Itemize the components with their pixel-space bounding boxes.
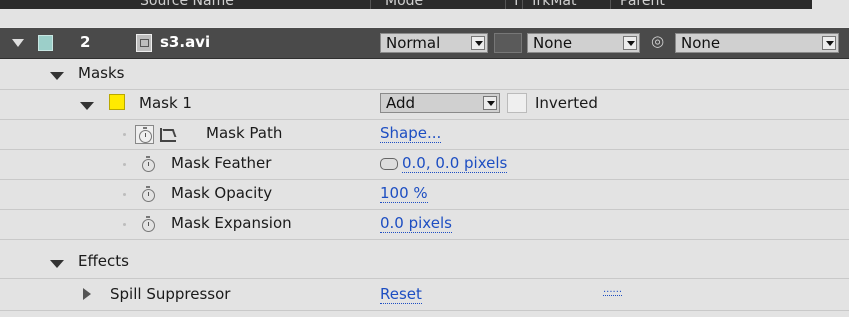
- mask-mode-dropdown[interactable]: Add: [380, 93, 500, 113]
- mask-color-swatch[interactable]: [109, 94, 125, 110]
- masks-twirl-down-icon[interactable]: [50, 72, 64, 80]
- stopwatch-icon: [139, 127, 152, 143]
- mask-feather-row[interactable]: Mask Feather 0.0, 0.0 pixels: [0, 149, 849, 180]
- mask-opacity-row[interactable]: Mask Opacity 100 %: [0, 179, 849, 210]
- mask-path-row[interactable]: Mask Path Shape...: [0, 119, 849, 150]
- column-header: Source Name Mode T TrkMat Parent: [0, 0, 849, 9]
- mask-mode-value: Add: [386, 94, 416, 112]
- masks-group-row[interactable]: Masks: [0, 59, 849, 90]
- header-source-name[interactable]: Source Name: [140, 0, 371, 9]
- effect-name[interactable]: Spill Suppressor: [110, 285, 230, 303]
- chevron-down-icon: [822, 36, 836, 50]
- effects-group-row[interactable]: Effects: [0, 248, 849, 279]
- mask-path-label: Mask Path: [206, 124, 283, 142]
- chevron-down-icon: [483, 96, 497, 110]
- header-corner: [812, 0, 849, 9]
- layer-label-color-swatch[interactable]: [38, 35, 53, 51]
- mask-1-name[interactable]: Mask 1: [139, 94, 192, 112]
- effects-twirl-down-icon[interactable]: [50, 260, 64, 268]
- mask-feather-value[interactable]: 0.0, 0.0 pixels: [402, 155, 508, 173]
- parent-dropdown[interactable]: None: [675, 33, 839, 53]
- mask-expansion-label: Mask Expansion: [171, 214, 292, 232]
- mask-expansion-row[interactable]: Mask Expansion 0.0 pixels: [0, 209, 849, 240]
- effects-group-label: Effects: [78, 252, 129, 270]
- masks-group-label: Masks: [78, 64, 125, 82]
- bullet-dot: [123, 133, 126, 136]
- bullet-dot: [123, 163, 126, 166]
- effect-about-link[interactable]: ......: [603, 284, 623, 296]
- bullet-dot: [123, 193, 126, 196]
- graph-icon[interactable]: [160, 128, 176, 142]
- chevron-down-icon: [471, 36, 485, 50]
- mask-path-value[interactable]: Shape...: [380, 125, 442, 143]
- mask-feather-label: Mask Feather: [171, 154, 272, 172]
- header-trkmat[interactable]: TrkMat: [530, 0, 611, 9]
- mask-opacity-label: Mask Opacity: [171, 184, 273, 202]
- stopwatch-box[interactable]: [135, 125, 154, 144]
- mask-1-row[interactable]: Mask 1 Add Inverted: [0, 89, 849, 120]
- trkmat-dropdown[interactable]: None: [527, 33, 640, 53]
- layer-name[interactable]: s3.avi: [160, 33, 210, 51]
- parent-value: None: [681, 34, 721, 52]
- header-mode[interactable]: Mode: [385, 0, 506, 9]
- spill-suppressor-row[interactable]: Spill Suppressor Reset ......: [0, 280, 849, 311]
- trkmat-value: None: [533, 34, 573, 52]
- header-t[interactable]: T: [512, 0, 523, 9]
- layer-number: 2: [80, 33, 91, 51]
- constrain-proportions-link-icon[interactable]: [380, 158, 398, 170]
- stopwatch-icon[interactable]: [142, 156, 155, 172]
- mask-1-twirl-down-icon[interactable]: [80, 102, 94, 110]
- inverted-checkbox[interactable]: [507, 93, 527, 113]
- layer-mode-value: Normal: [386, 34, 441, 52]
- mask-opacity-value[interactable]: 100 %: [380, 185, 428, 203]
- pick-whip-icon[interactable]: ◎: [651, 32, 664, 50]
- bullet-dot: [123, 223, 126, 226]
- preserve-transparency-toggle[interactable]: [494, 33, 522, 53]
- effect-reset-link[interactable]: Reset: [380, 286, 422, 304]
- inverted-label: Inverted: [535, 94, 598, 112]
- footage-file-icon: [136, 34, 152, 52]
- layer-row[interactable]: 2 s3.avi Normal None ◎ None: [0, 27, 849, 59]
- stopwatch-icon[interactable]: [142, 186, 155, 202]
- mask-expansion-value[interactable]: 0.0 pixels: [380, 215, 452, 233]
- header-parent[interactable]: Parent: [620, 0, 800, 9]
- layer-twirl-down-icon[interactable]: [12, 39, 24, 47]
- chevron-down-icon: [623, 36, 637, 50]
- stopwatch-icon[interactable]: [142, 216, 155, 232]
- effect-twirl-right-icon[interactable]: [83, 288, 91, 300]
- layer-mode-dropdown[interactable]: Normal: [380, 33, 488, 53]
